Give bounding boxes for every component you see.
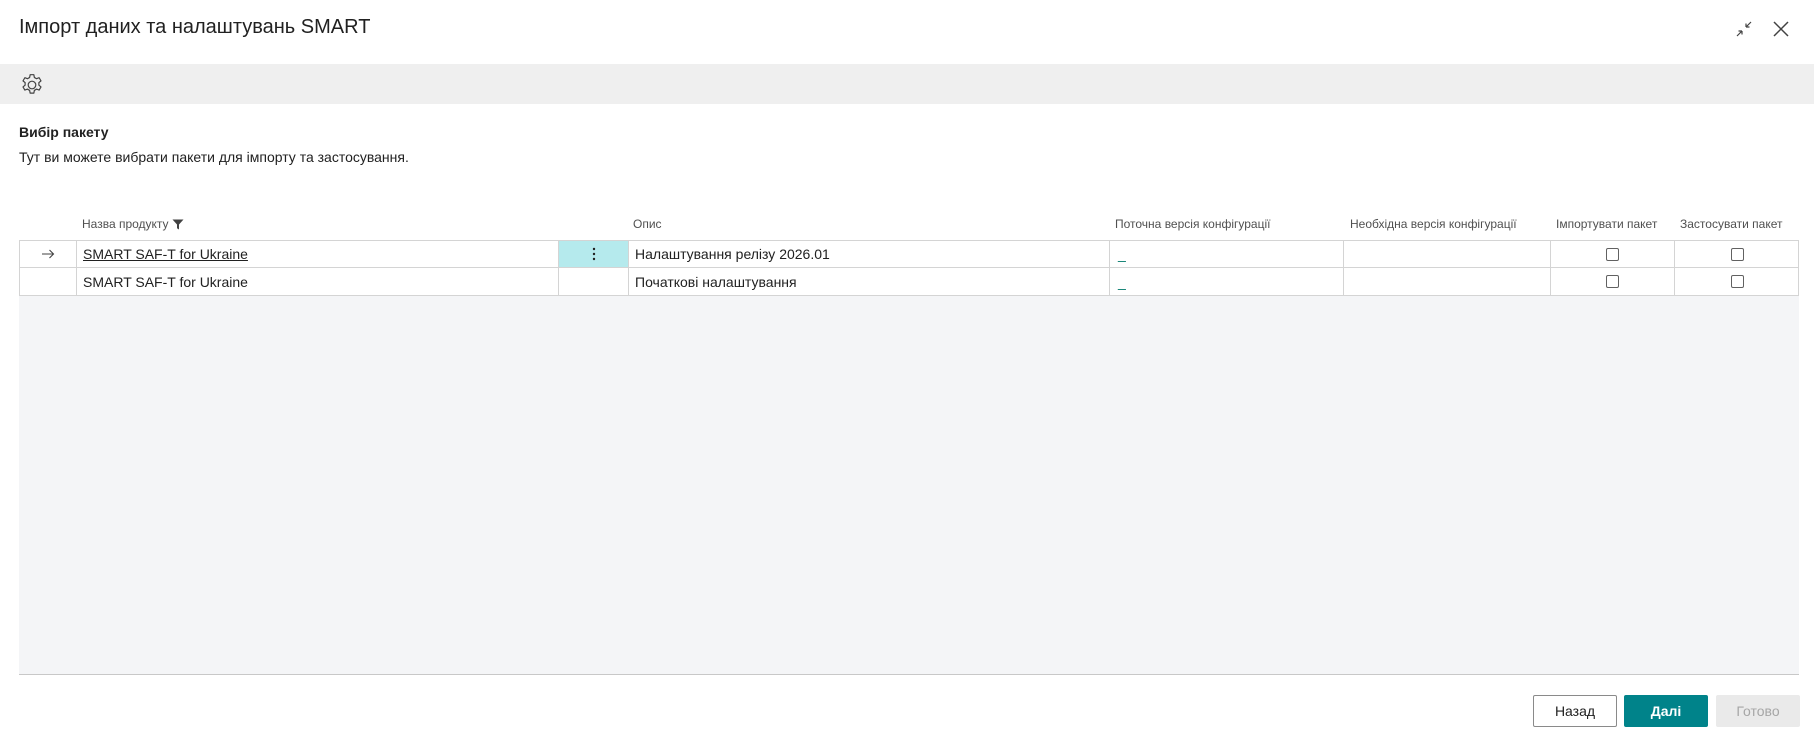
product-name-link[interactable]: SMART SAF-T for Ukraine [83,246,248,262]
action-bar [0,64,1814,104]
section-description: Тут ви можете вибрати пакети для імпорту… [19,149,409,165]
product-name-cell[interactable]: SMART SAF-T for Ukraine [77,268,559,295]
import-package-checkbox[interactable] [1606,275,1619,288]
apply-package-cell [1675,268,1799,295]
column-header-description[interactable]: Опис [633,217,662,231]
required-version-cell [1344,241,1551,267]
close-icon [1773,21,1789,37]
apply-package-checkbox[interactable] [1730,275,1744,288]
column-header-required-version[interactable]: Необхідна версія конфігурації [1350,217,1517,231]
import-package-cell [1551,241,1675,267]
description-cell: Налаштування релізу 2026.01 [629,241,1110,267]
finish-button[interactable]: Готово [1716,695,1800,727]
column-header-product-name[interactable]: Назва продукту [82,217,184,231]
filter-icon [172,219,184,229]
import-package-checkbox[interactable] [1606,247,1619,261]
description-cell: Початкові налаштування [629,268,1110,295]
column-header-import-package[interactable]: Імпортувати пакет [1556,217,1657,231]
dialog-title: Імпорт даних та налаштувань SMART [19,16,371,38]
next-button[interactable]: Далі [1624,695,1708,727]
settings-button[interactable] [18,71,46,99]
row-actions-button[interactable] [559,241,629,267]
table-row[interactable]: SMART SAF-T for Ukraine Налаштування рел… [19,240,1799,268]
row-selector[interactable] [20,268,77,295]
required-version-cell [1344,268,1551,295]
gear-icon [22,74,42,94]
section-title: Вибір пакету [19,124,109,140]
arrow-right-icon [42,249,55,259]
more-vertical-icon [592,247,595,261]
apply-package-cell [1675,241,1799,267]
column-header-current-version[interactable]: Поточна версія конфігурації [1115,217,1270,231]
collapse-icon [1736,21,1752,37]
table-row[interactable]: SMART SAF-T for Ukraine Початкові налашт… [19,268,1799,296]
current-version-link[interactable]: _ [1116,274,1126,290]
import-dialog: Імпорт даних та налаштувань SMART Вибір … [0,0,1814,741]
packages-grid [19,240,1799,675]
product-name-cell[interactable]: SMART SAF-T for Ukraine [77,241,559,267]
row-actions-cell[interactable] [559,268,629,295]
column-header-apply-package[interactable]: Застосувати пакет [1680,217,1782,231]
back-button[interactable]: Назад [1533,695,1617,727]
collapse-button[interactable] [1731,16,1757,42]
current-version-cell[interactable]: _ [1110,241,1344,267]
import-package-cell [1551,268,1675,295]
close-button[interactable] [1768,16,1794,42]
current-version-link[interactable]: _ [1116,246,1126,262]
column-header-label: Назва продукту [82,217,169,231]
apply-package-checkbox[interactable] [1730,247,1744,261]
current-version-cell[interactable]: _ [1110,268,1344,295]
row-selector[interactable] [20,241,77,267]
